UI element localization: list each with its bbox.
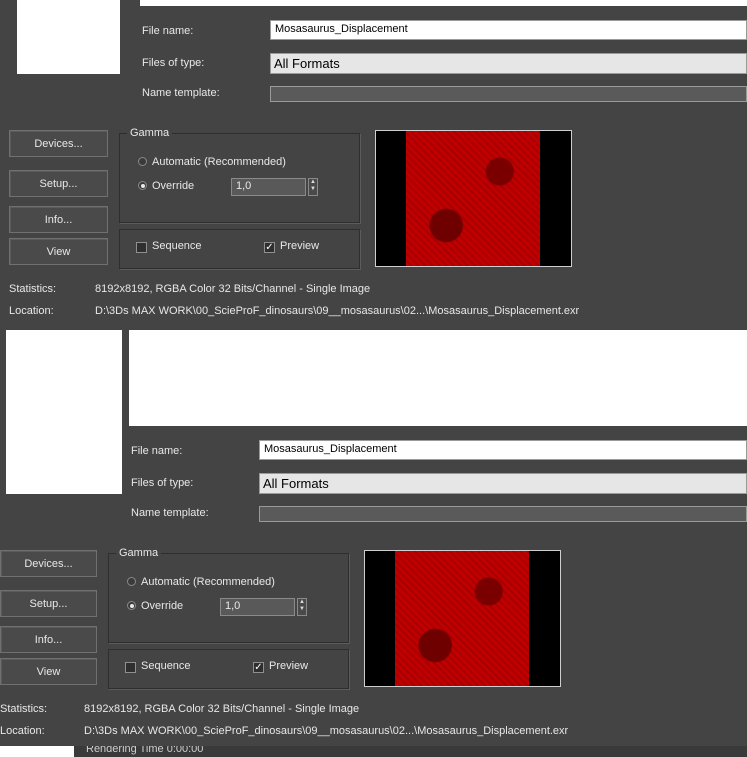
file-list-area[interactable] xyxy=(140,0,747,6)
image-preview xyxy=(375,130,572,267)
location-label: Location: xyxy=(0,725,45,737)
thumbnail-area xyxy=(17,0,120,74)
spinner-up-icon[interactable]: ▲ xyxy=(299,599,305,605)
sequence-checkbox[interactable] xyxy=(136,242,147,253)
automatic-radio[interactable] xyxy=(138,157,147,166)
file-name-input[interactable]: Mosasaurus_Displacement xyxy=(270,20,747,40)
spinner-up-icon[interactable]: ▲ xyxy=(310,179,316,185)
files-of-type-select[interactable]: All Formats xyxy=(270,53,747,74)
automatic-radio-label[interactable]: Automatic (Recommended) xyxy=(152,156,286,168)
override-spinner[interactable]: ▲ ▼ xyxy=(297,598,307,616)
preview-label[interactable]: Preview xyxy=(269,660,308,672)
location-value: D:\3Ds MAX WORK\00_ScieProF_dinosaurs\09… xyxy=(84,725,569,737)
automatic-radio-label[interactable]: Automatic (Recommended) xyxy=(141,576,275,588)
spinner-down-icon[interactable]: ▼ xyxy=(299,606,305,612)
info-button[interactable]: Info... xyxy=(0,626,97,653)
preview-checkbox[interactable]: ✓ xyxy=(264,242,275,253)
footer-bar: Rendering Time 0:00:00 xyxy=(0,746,747,757)
location-value: D:\3Ds MAX WORK\00_ScieProF_dinosaurs\09… xyxy=(95,305,580,317)
spinner-down-icon[interactable]: ▼ xyxy=(310,186,316,192)
override-radio[interactable] xyxy=(127,601,136,610)
gamma-group-title: Gamma xyxy=(116,547,162,559)
displacement-texture-thumbnail xyxy=(395,551,529,686)
name-template-label: Name template: xyxy=(142,87,220,99)
preview-checkbox[interactable]: ✓ xyxy=(253,662,264,673)
footer-white-strip xyxy=(0,746,74,757)
view-button[interactable]: View xyxy=(0,658,97,685)
override-value-input[interactable]: 1,0 xyxy=(220,598,295,616)
override-value-input[interactable]: 1,0 xyxy=(231,178,306,196)
image-preview xyxy=(364,550,561,687)
view-button[interactable]: View xyxy=(9,238,108,265)
rendering-time-label: Rendering Time 0:00:00 xyxy=(86,746,204,755)
setup-button[interactable]: Setup... xyxy=(9,170,108,197)
location-label: Location: xyxy=(9,305,54,317)
name-template-input[interactable] xyxy=(270,86,747,102)
override-radio-label[interactable]: Override xyxy=(141,600,183,612)
files-of-type-label: Files of type: xyxy=(142,57,205,69)
displacement-texture-thumbnail xyxy=(406,131,540,266)
devices-button[interactable]: Devices... xyxy=(9,130,108,157)
file-name-label: File name: xyxy=(142,25,194,37)
devices-button[interactable]: Devices... xyxy=(0,550,97,577)
gamma-group-title: Gamma xyxy=(127,127,173,139)
thumbnail-area xyxy=(6,330,122,494)
override-radio-label[interactable]: Override xyxy=(152,180,194,192)
files-of-type-label: Files of type: xyxy=(131,477,194,489)
sequence-label[interactable]: Sequence xyxy=(152,240,202,252)
override-radio[interactable] xyxy=(138,181,147,190)
statistics-value: 8192x8192, RGBA Color 32 Bits/Channel - … xyxy=(84,703,360,715)
statistics-label: Statistics: xyxy=(0,703,48,715)
preview-label[interactable]: Preview xyxy=(280,240,319,252)
info-button[interactable]: Info... xyxy=(9,206,108,233)
sequence-label[interactable]: Sequence xyxy=(141,660,191,672)
name-template-label: Name template: xyxy=(131,507,209,519)
override-spinner[interactable]: ▲ ▼ xyxy=(308,178,318,196)
name-template-input[interactable] xyxy=(259,506,747,522)
file-name-label: File name: xyxy=(131,445,183,457)
setup-button[interactable]: Setup... xyxy=(0,590,97,617)
statistics-value: 8192x8192, RGBA Color 32 Bits/Channel - … xyxy=(95,283,371,295)
automatic-radio[interactable] xyxy=(127,577,136,586)
statistics-label: Statistics: xyxy=(9,283,57,295)
file-name-input[interactable]: Mosasaurus_Displacement xyxy=(259,440,747,460)
sequence-checkbox[interactable] xyxy=(125,662,136,673)
files-of-type-select[interactable]: All Formats xyxy=(259,473,747,494)
file-list-area[interactable] xyxy=(129,330,747,426)
